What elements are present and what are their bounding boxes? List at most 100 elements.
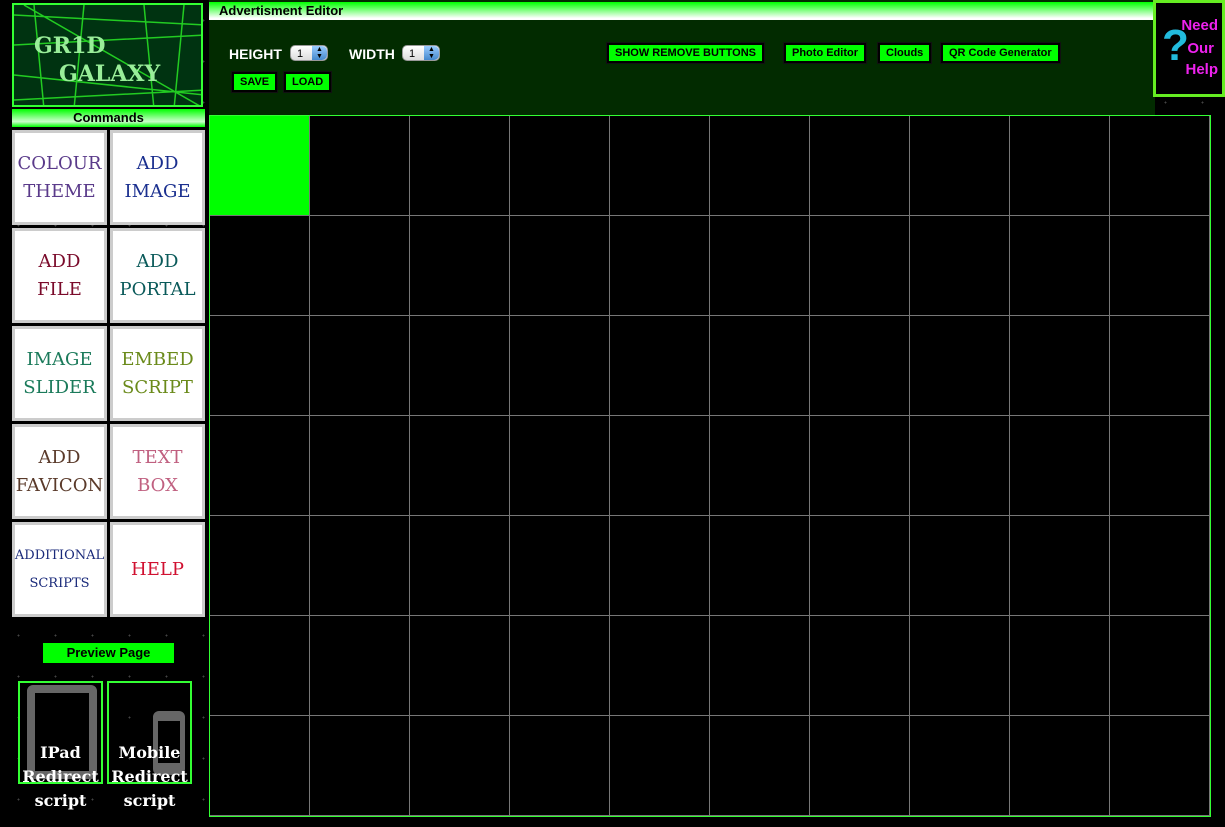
grid-cell[interactable] bbox=[710, 416, 810, 516]
grid-cell[interactable] bbox=[510, 716, 610, 816]
grid-cell[interactable] bbox=[610, 516, 710, 616]
command-text-box[interactable]: TEXT BOX bbox=[110, 424, 205, 519]
commands-panel: COLOUR THEME ADD IMAGE ADD FILE ADD PORTAL I… bbox=[12, 130, 205, 617]
logo-line1: GR1D bbox=[34, 33, 106, 59]
grid-cell[interactable] bbox=[1110, 616, 1210, 716]
height-select[interactable]: 1 ▲ ▼ bbox=[290, 45, 328, 61]
grid-cell[interactable] bbox=[1010, 716, 1110, 816]
grid-cell[interactable] bbox=[1110, 716, 1210, 816]
photo-editor-button[interactable]: Photo Editor bbox=[783, 42, 867, 64]
command-help[interactable]: HELP bbox=[110, 522, 205, 617]
stepper-arrows-icon: ▲ ▼ bbox=[424, 46, 439, 60]
ipad-redirect-script-button[interactable]: IPad Redirect script bbox=[18, 681, 103, 810]
qr-code-generator-button[interactable]: QR Code Generator bbox=[940, 42, 1061, 64]
grid-cell[interactable] bbox=[610, 716, 710, 816]
grid-cell[interactable] bbox=[710, 516, 810, 616]
command-add-image[interactable]: ADD IMAGE bbox=[110, 130, 205, 225]
grid-cell[interactable] bbox=[710, 316, 810, 416]
grid-cell[interactable] bbox=[1010, 616, 1110, 716]
grid-cell[interactable] bbox=[910, 416, 1010, 516]
grid-cell[interactable] bbox=[510, 116, 610, 216]
grid-cell[interactable] bbox=[310, 316, 410, 416]
save-button[interactable]: SAVE bbox=[230, 71, 279, 93]
grid-cell[interactable] bbox=[310, 616, 410, 716]
grid-cell[interactable] bbox=[210, 216, 310, 316]
command-colour-theme[interactable]: COLOUR THEME bbox=[12, 130, 107, 225]
preview-page-button[interactable]: Preview Page bbox=[43, 643, 174, 663]
grid-cell[interactable] bbox=[610, 216, 710, 316]
grid-cell[interactable] bbox=[910, 216, 1010, 316]
grid-cell[interactable] bbox=[810, 316, 910, 416]
grid-cell[interactable] bbox=[210, 616, 310, 716]
stepper-arrows-icon: ▲ ▼ bbox=[312, 46, 327, 60]
grid-cell[interactable] bbox=[510, 616, 610, 716]
grid-cell[interactable] bbox=[410, 316, 510, 416]
grid-cell[interactable] bbox=[1010, 316, 1110, 416]
grid-cell[interactable] bbox=[510, 316, 610, 416]
grid-cell[interactable] bbox=[510, 416, 610, 516]
grid-cell[interactable] bbox=[910, 716, 1010, 816]
grid-cell[interactable] bbox=[610, 616, 710, 716]
grid-cell[interactable] bbox=[410, 616, 510, 716]
command-image-slider[interactable]: IMAGE SLIDER bbox=[12, 326, 107, 421]
grid-cell[interactable] bbox=[1110, 116, 1210, 216]
mobile-redirect-script-button[interactable]: Mobile Redirect script bbox=[107, 681, 192, 810]
grid-cell[interactable] bbox=[410, 416, 510, 516]
grid-cell[interactable] bbox=[810, 216, 910, 316]
height-value: 1 bbox=[297, 48, 304, 60]
grid-cell[interactable] bbox=[610, 416, 710, 516]
command-add-portal[interactable]: ADD PORTAL bbox=[110, 228, 205, 323]
grid-cell[interactable] bbox=[1110, 316, 1210, 416]
grid-cell[interactable] bbox=[910, 316, 1010, 416]
command-add-favicon[interactable]: ADD FAVICON bbox=[12, 424, 107, 519]
clouds-button[interactable]: Clouds bbox=[876, 42, 933, 64]
grid-cell[interactable] bbox=[410, 516, 510, 616]
grid-cell[interactable] bbox=[310, 416, 410, 516]
load-button[interactable]: LOAD bbox=[282, 71, 333, 93]
grid-cell[interactable] bbox=[510, 516, 610, 616]
need-our-help-badge[interactable]: ? Need Our Help bbox=[1153, 0, 1225, 97]
grid-cell[interactable] bbox=[910, 516, 1010, 616]
grid-cell[interactable] bbox=[1010, 416, 1110, 516]
show-remove-buttons-button[interactable]: SHOW REMOVE BUTTONS bbox=[606, 42, 765, 64]
grid-cell[interactable] bbox=[1110, 516, 1210, 616]
grid-cell[interactable] bbox=[810, 116, 910, 216]
grid-cell[interactable] bbox=[610, 116, 710, 216]
command-additional-scripts[interactable]: ADDITIONAL SCRIPTS bbox=[12, 522, 107, 617]
grid-cell[interactable] bbox=[1010, 516, 1110, 616]
grid-cell[interactable] bbox=[1110, 216, 1210, 316]
ipad-icon bbox=[27, 685, 97, 779]
grid-cell[interactable] bbox=[1110, 416, 1210, 516]
grid-cell[interactable] bbox=[510, 216, 610, 316]
grid-cell[interactable] bbox=[210, 716, 310, 816]
grid-cell[interactable] bbox=[210, 416, 310, 516]
width-label: WIDTH bbox=[349, 46, 395, 62]
grid-cell[interactable] bbox=[810, 516, 910, 616]
grid-cell[interactable] bbox=[310, 216, 410, 316]
grid-cell[interactable] bbox=[910, 616, 1010, 716]
grid-cell[interactable] bbox=[210, 116, 310, 216]
grid-cell[interactable] bbox=[910, 116, 1010, 216]
grid-cell[interactable] bbox=[1010, 116, 1110, 216]
command-add-file[interactable]: ADD FILE bbox=[12, 228, 107, 323]
command-embed-script[interactable]: EMBED SCRIPT bbox=[110, 326, 205, 421]
grid-cell[interactable] bbox=[710, 116, 810, 216]
grid-cell[interactable] bbox=[310, 716, 410, 816]
help-word-help: Help bbox=[1185, 61, 1218, 78]
grid-cell[interactable] bbox=[410, 716, 510, 816]
grid-cell[interactable] bbox=[1010, 216, 1110, 316]
width-select[interactable]: 1 ▲ ▼ bbox=[402, 45, 440, 61]
grid-cell[interactable] bbox=[810, 416, 910, 516]
grid-cell[interactable] bbox=[610, 316, 710, 416]
grid-cell[interactable] bbox=[310, 116, 410, 216]
grid-cell[interactable] bbox=[310, 516, 410, 616]
grid-cell[interactable] bbox=[210, 516, 310, 616]
grid-cell[interactable] bbox=[710, 216, 810, 316]
grid-cell[interactable] bbox=[710, 616, 810, 716]
grid-cell[interactable] bbox=[710, 716, 810, 816]
grid-cell[interactable] bbox=[810, 716, 910, 816]
grid-cell[interactable] bbox=[810, 616, 910, 716]
grid-cell[interactable] bbox=[410, 216, 510, 316]
grid-cell[interactable] bbox=[210, 316, 310, 416]
grid-cell[interactable] bbox=[410, 116, 510, 216]
